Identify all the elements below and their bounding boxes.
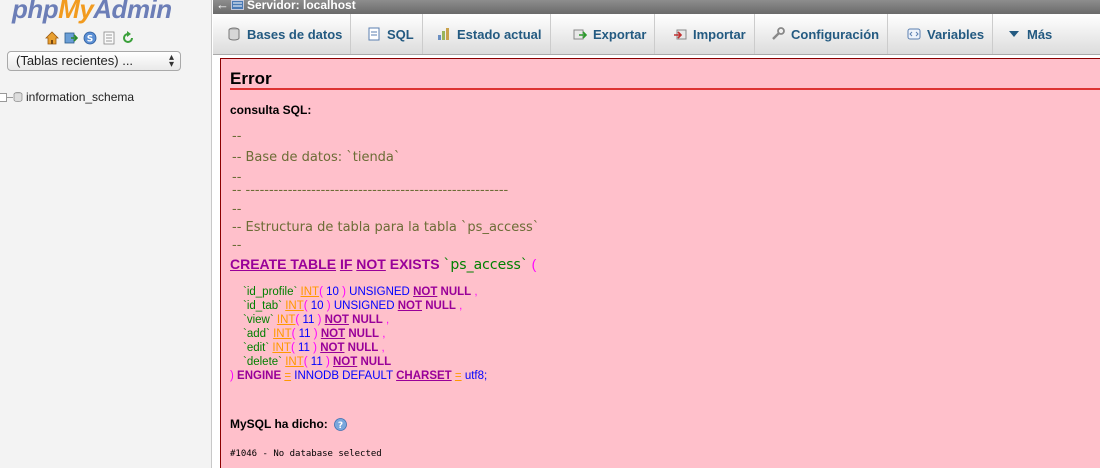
sql-column-line: `id_tab` INT( 10 ) UNSIGNED NOT NULL , xyxy=(243,300,463,312)
sql-create-statement: CREATE TABLE IF NOT EXISTS `ps_access` ( xyxy=(230,256,536,273)
tab-status[interactable]: Estado actual xyxy=(429,14,551,54)
variables-icon xyxy=(907,27,921,41)
status-icon xyxy=(437,27,451,41)
mysql-said-label: MySQL ha dicho: ? xyxy=(230,417,347,431)
query-window-icon[interactable]: S xyxy=(83,31,97,45)
sql-function-link[interactable]: INT xyxy=(285,300,304,312)
phpmyadmin-logo[interactable]: phpMyAdmin xyxy=(12,0,172,25)
sql-engine-line: ) ENGINE = INNODB DEFAULT CHARSET = utf8… xyxy=(230,370,488,382)
sql-column-line: `add` INT( 11 ) NOT NULL , xyxy=(243,328,386,340)
sql-table-name: `ps_access` xyxy=(443,257,528,273)
sql-keyword-link[interactable]: NOT xyxy=(321,328,345,340)
sql-comment-line: -- -------------------------------------… xyxy=(232,183,509,198)
sql-column-line: `delete` INT( 11 ) NOT NULL xyxy=(243,356,392,368)
main-tabs: Bases de datos SQL Estado actual Exporta… xyxy=(213,14,1100,55)
tab-databases[interactable]: Bases de datos xyxy=(219,14,352,54)
navigation-panel: phpMyAdmin S (Tablas recientes) ... ▴ ▾ i… xyxy=(0,0,212,468)
sql-function-link[interactable]: INT xyxy=(301,286,320,298)
database-icon xyxy=(13,92,23,102)
triangle-down-icon xyxy=(1007,27,1021,41)
tab-more[interactable]: Más xyxy=(999,14,1060,54)
svg-text:S: S xyxy=(87,35,93,45)
home-icon[interactable] xyxy=(45,31,59,45)
sql-function-link[interactable]: INT xyxy=(277,314,296,326)
wrench-icon xyxy=(771,27,785,41)
error-divider xyxy=(230,88,1100,90)
tab-sql[interactable]: SQL xyxy=(359,14,423,54)
error-message-panel: Error consulta SQL: -- -- Base de datos:… xyxy=(220,58,1100,468)
recent-tables-select[interactable]: (Tablas recientes) ... ▴ ▾ xyxy=(7,51,181,71)
tab-export[interactable]: Exportar xyxy=(565,14,656,54)
sql-keyword-link[interactable]: NOT xyxy=(325,314,349,326)
tab-variables[interactable]: Variables xyxy=(899,14,994,54)
sql-keyword: EXISTS xyxy=(389,256,440,272)
sql-keyword-link[interactable]: IF xyxy=(340,256,352,272)
sql-keyword-link[interactable]: NOT xyxy=(333,356,357,368)
sql-function-link[interactable]: INT xyxy=(273,328,292,340)
sql-keyword-link[interactable]: CHARSET xyxy=(396,370,452,382)
import-icon xyxy=(673,27,687,41)
error-title: Error xyxy=(230,69,272,88)
sql-query-label: consulta SQL: xyxy=(230,103,312,117)
svg-text:?: ? xyxy=(338,421,343,431)
tab-import[interactable]: Importar xyxy=(665,14,755,54)
sql-keyword-link[interactable]: NOT xyxy=(356,256,386,272)
sql-function-link[interactable]: INT xyxy=(285,356,304,368)
database-icon xyxy=(227,27,241,41)
breadcrumb-server[interactable]: Servidor: localhost xyxy=(231,0,356,12)
sql-column-line: `edit` INT( 11 ) NOT NULL , xyxy=(243,342,385,354)
sql-comment-line: -- Base de datos: `tienda` xyxy=(232,150,401,165)
sql-keyword-link[interactable]: NOT xyxy=(320,342,344,354)
breadcrumb-bar: ← Servidor: localhost xyxy=(213,0,1100,14)
database-link-information-schema[interactable]: information_schema xyxy=(26,90,134,104)
sql-icon xyxy=(367,27,381,41)
export-icon xyxy=(573,27,587,41)
sql-function-link[interactable]: INT xyxy=(272,342,291,354)
reload-icon[interactable] xyxy=(121,31,135,45)
sql-keyword-link[interactable]: CREATE TABLE xyxy=(230,256,336,272)
sql-column-line: `view` INT( 11 ) NOT NULL , xyxy=(243,314,390,326)
expand-icon[interactable] xyxy=(0,92,7,102)
sql-keyword-link[interactable]: NOT xyxy=(398,300,422,312)
documentation-icon[interactable] xyxy=(102,31,116,45)
sql-comment-line: -- Estructura de tabla para la tabla `ps… xyxy=(232,220,540,235)
sql-keyword-link[interactable]: NOT xyxy=(413,286,437,298)
select-arrows-icon: ▴ ▾ xyxy=(168,52,174,70)
sql-comment-line: -- xyxy=(232,202,242,217)
sql-comment-line: -- xyxy=(232,238,242,253)
collapse-navigation-arrow-icon[interactable]: ← xyxy=(216,0,229,12)
exit-icon[interactable] xyxy=(64,31,78,45)
quick-links: S xyxy=(45,31,135,45)
mysql-error-code: #1046 - No database selected xyxy=(230,449,382,459)
help-icon[interactable]: ? xyxy=(333,417,347,431)
sql-column-line: `id_profile` INT( 10 ) UNSIGNED NOT NULL… xyxy=(243,286,478,298)
server-icon xyxy=(231,0,244,10)
sql-paren: ( xyxy=(531,256,537,272)
database-tree: information_schema xyxy=(0,90,134,104)
sql-comment-line: -- xyxy=(232,129,242,144)
tab-settings[interactable]: Configuración xyxy=(763,14,889,54)
